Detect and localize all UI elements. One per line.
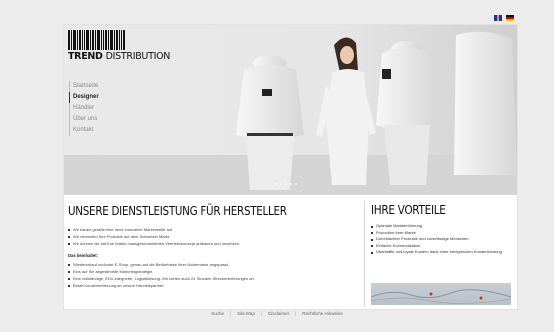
- main-nav: Startseite Designer Händler Über uns Kon…: [69, 81, 129, 136]
- page-container: TREND DISTRIBUTION Startseite Designer H…: [63, 24, 518, 310]
- nav-item-startseite[interactable]: Startseite: [69, 81, 129, 92]
- slideshow-dots: [275, 183, 297, 185]
- list-item: Wir bauen gerade eine neue innovative Ma…: [68, 226, 354, 233]
- list-item: Beste Kundenbetreuung an unsere Handelsp…: [68, 282, 354, 289]
- nav-item-designer[interactable]: Designer: [69, 92, 129, 103]
- list-item: Wiedererkauf und/oder E-Shop, genau auf …: [68, 261, 354, 268]
- logo-brand: TREND: [68, 51, 103, 62]
- en-flag-icon[interactable]: [494, 15, 502, 21]
- list-item: Wir können wir auf Ihre Marke massgeschn…: [68, 240, 354, 247]
- list-item: Wir verbinden Ihre Produkte auf dem Schw…: [68, 233, 354, 240]
- slide-dot[interactable]: [295, 183, 297, 185]
- details-list: Wiedererkauf und/oder E-Shop, genau auf …: [68, 261, 354, 289]
- slide-dot[interactable]: [290, 183, 292, 185]
- footer-link-suche[interactable]: Suche: [211, 311, 224, 316]
- barcode-icon: [68, 30, 168, 50]
- slide-dot[interactable]: [275, 183, 277, 185]
- nav-item-ueber-uns[interactable]: Über uns: [69, 114, 129, 125]
- slide-dot[interactable]: [285, 183, 287, 185]
- benefits-list: Optimale Markteinführung Promotion Ihrer…: [371, 223, 521, 256]
- footer-link-site-map[interactable]: Site Map: [237, 311, 255, 316]
- footer-separator: |: [229, 311, 232, 316]
- map-graphic: [371, 289, 511, 304]
- benefits-sidebar: IHRE VORTEILE Optimale Markteinführung P…: [364, 201, 521, 307]
- list-item: Eins vollständige, EDV-integrierte, Logi…: [68, 275, 354, 282]
- map-marker-icon: [429, 292, 433, 296]
- footer-separator: |: [260, 311, 263, 316]
- footer-separator: |: [295, 311, 297, 316]
- de-flag-icon[interactable]: [506, 15, 514, 21]
- nav-item-kontakt[interactable]: Kontakt: [69, 125, 129, 136]
- hero-banner: TREND DISTRIBUTION Startseite Designer H…: [64, 25, 517, 195]
- page-title: UNSERE DIENSTLEISTUNG FÜR HERSTELLER: [68, 203, 287, 218]
- list-item: Eins auf Sie abgestimmte Marketingstrate…: [68, 268, 354, 275]
- intro-list: Wir bauen gerade eine neue innovative Ma…: [68, 226, 354, 247]
- logo-wordmark: TREND DISTRIBUTION: [68, 51, 171, 62]
- footer-link-disclaimer[interactable]: Disclaimer: [268, 311, 289, 316]
- language-switcher: [494, 15, 514, 21]
- map-marker-icon: [479, 296, 483, 300]
- section-subhead: Das beinhaltet:: [68, 253, 99, 258]
- location-map[interactable]: [371, 283, 511, 305]
- sidebar-title: IHRE VORTEILE: [371, 203, 446, 217]
- footer: Suche | Site Map | Disclaimer | Rechtliche Hin…: [0, 311, 554, 316]
- slide-dot[interactable]: [280, 183, 282, 185]
- nav-item-haendler[interactable]: Händler: [69, 103, 129, 114]
- main-content: UNSERE DIENSTLEISTUNG FÜR HERSTELLER Wir…: [68, 203, 354, 289]
- footer-link-rechtliche-hinweise[interactable]: Rechtliche Hinweise: [302, 311, 343, 316]
- list-item: Überstätte und loyale Kunden dank einer …: [371, 249, 521, 256]
- mannequin-far-right: [454, 31, 517, 175]
- logo-brand-light: DISTRIBUTION: [105, 51, 171, 62]
- trend-distribution-logo[interactable]: TREND DISTRIBUTION: [68, 30, 171, 74]
